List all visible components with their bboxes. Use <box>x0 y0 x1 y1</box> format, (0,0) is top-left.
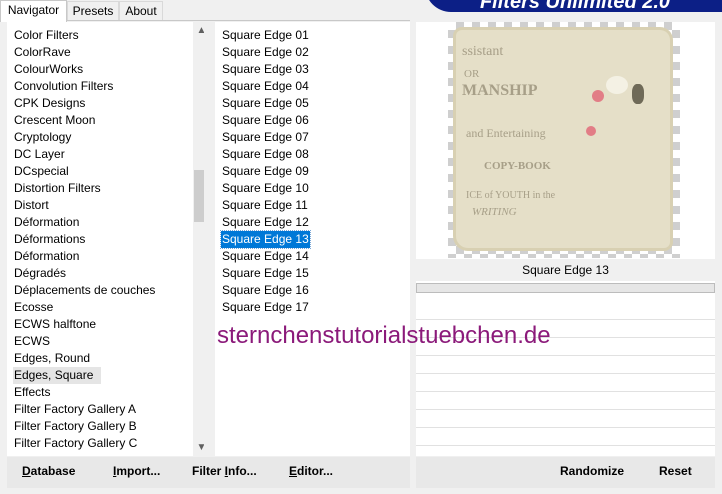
bee-decoration <box>632 84 644 104</box>
database-mnemonic: D <box>22 464 31 478</box>
tab-presets[interactable]: Presets <box>67 1 119 20</box>
editor-mnemonic: E <box>289 464 298 478</box>
filter-category-item[interactable]: Distort <box>14 197 49 214</box>
brand-banner: Filters Unlimited 2.0 <box>425 0 722 12</box>
watermark-text: sternchenstutorialstuebchen.de <box>217 322 551 349</box>
filter-list-scrollbar[interactable]: ▲ ▼ <box>193 22 204 456</box>
import-button[interactable]: Import... <box>113 464 160 478</box>
effect-list-item[interactable]: Square Edge 07 <box>221 129 310 146</box>
effect-list-item[interactable]: Square Edge 01 <box>221 27 310 44</box>
selected-effect-name: Square Edge 13 <box>416 259 715 281</box>
effect-list-item[interactable]: Square Edge 08 <box>221 146 310 163</box>
filter-category-item[interactable]: Filter Factory Gallery B <box>14 418 137 435</box>
database-button[interactable]: Database <box>22 464 75 478</box>
filter-category-item[interactable]: Filter Factory Gallery A <box>14 401 136 418</box>
brand-title: Filters Unlimited 2.0 <box>479 0 671 12</box>
divider <box>416 391 715 392</box>
filter-category-item[interactable]: Déformation <box>14 214 79 231</box>
filter-category-item[interactable]: Cryptology <box>14 129 71 146</box>
effect-list-item[interactable]: Square Edge 14 <box>221 248 310 265</box>
filter-category-item[interactable]: Edges, Square <box>13 367 102 384</box>
tab-navigator[interactable]: Navigator <box>0 0 67 22</box>
effect-list-item[interactable]: Square Edge 12 <box>221 214 310 231</box>
filter-info-button[interactable]: Filter Info... <box>192 464 257 478</box>
chevron-down-icon[interactable]: ▼ <box>193 439 204 456</box>
sheet-text-line: and Entertaining <box>466 126 546 140</box>
preview-paper-image: ssistant OR MANSHIP and Entertaining COP… <box>456 30 670 248</box>
filter-category-item[interactable]: Distortion Filters <box>14 180 101 197</box>
divider <box>416 373 715 374</box>
divider <box>416 355 715 356</box>
filter-category-item[interactable]: ECWS <box>14 333 50 350</box>
filter-category-item[interactable]: Effects <box>14 384 50 401</box>
filter-category-item[interactable]: ColorRave <box>14 44 71 61</box>
filter-category-item[interactable]: Convolution Filters <box>14 78 113 95</box>
divider <box>416 427 715 428</box>
effect-list-item[interactable]: Square Edge 09 <box>221 163 310 180</box>
sheet-text-line: MANSHIP <box>462 82 538 99</box>
filter-category-item[interactable]: Filter Factory Gallery C <box>14 435 137 452</box>
sheet-text-line: ssistant <box>462 44 504 59</box>
divider <box>416 445 715 446</box>
filter-category-item[interactable]: ColourWorks <box>14 61 83 78</box>
effect-list-item[interactable]: Square Edge 02 <box>221 44 310 61</box>
filter-category-item[interactable]: DCspecial <box>14 163 69 180</box>
filter-category-item[interactable]: Color Filters <box>14 27 79 44</box>
sheet-text-line: WRITING <box>472 206 517 218</box>
filter-info-label: nfo... <box>228 464 257 478</box>
effect-list-item[interactable]: Square Edge 03 <box>221 61 310 78</box>
effect-list-item[interactable]: Square Edge 13 <box>220 230 311 249</box>
progress-bar <box>416 283 715 293</box>
sheet-text-line: OR <box>464 68 480 80</box>
bottom-toolbar: Database Import... Filter Info... Editor… <box>7 457 410 488</box>
effect-list-item[interactable]: Square Edge 15 <box>221 265 310 282</box>
randomize-button[interactable]: Randomize <box>560 464 624 478</box>
effect-list[interactable]: Square Edge 01 Square Edge 02 Square Edge … <box>215 22 410 456</box>
filter-category-list[interactable]: ▲ ▼ Color Filters ColorRave ColourWorks Con… <box>7 22 204 456</box>
effect-list-item[interactable]: Square Edge 05 <box>221 95 310 112</box>
flower-decoration <box>606 76 628 94</box>
filter-category-item[interactable]: Déformation <box>14 248 79 265</box>
filter-category-item[interactable]: CPK Designs <box>14 95 85 112</box>
filter-category-item[interactable]: Déplacements de couches <box>14 282 155 299</box>
tab-about[interactable]: About <box>119 1 163 20</box>
divider <box>416 319 715 320</box>
filter-category-item[interactable]: DC Layer <box>14 146 65 163</box>
filter-info-label-prefix: Filter <box>192 464 225 478</box>
chevron-up-icon[interactable]: ▲ <box>193 22 204 39</box>
filter-category-item[interactable]: Edges, Round <box>14 350 90 367</box>
effect-list-item[interactable]: Square Edge 17 <box>221 299 310 316</box>
editor-label: ditor... <box>297 464 334 478</box>
rose-decoration <box>586 126 596 136</box>
effect-list-item[interactable]: Square Edge 06 <box>221 112 310 129</box>
filter-category-item[interactable]: Ecosse <box>14 299 53 316</box>
preview-image: ssistant OR MANSHIP and Entertaining COP… <box>448 22 680 258</box>
effect-list-item[interactable]: Square Edge 16 <box>221 282 310 299</box>
scroll-thumb[interactable] <box>194 170 204 222</box>
bottom-toolbar-right: Randomize Reset <box>416 457 715 488</box>
effect-list-item[interactable]: Square Edge 04 <box>221 78 310 95</box>
import-label: mport... <box>116 464 161 478</box>
rose-decoration <box>592 90 604 102</box>
tab-bar: Navigator Presets About Filters Unlimite… <box>0 0 722 22</box>
filter-category-item[interactable]: Crescent Moon <box>14 112 95 129</box>
sheet-text-line: ICE of YOUTH in the <box>466 190 556 201</box>
filter-category-item[interactable]: Dégradés <box>14 265 66 282</box>
divider <box>416 409 715 410</box>
effect-list-item[interactable]: Square Edge 11 <box>221 197 309 214</box>
editor-button[interactable]: Editor... <box>289 464 333 478</box>
reset-button[interactable]: Reset <box>659 464 692 478</box>
filter-category-item[interactable]: Déformations <box>14 231 85 248</box>
effect-list-item[interactable]: Square Edge 10 <box>221 180 310 197</box>
filter-category-item[interactable]: ECWS halftone <box>14 316 96 333</box>
database-label: atabase <box>30 464 76 478</box>
sheet-text-line: COPY-BOOK <box>484 160 551 172</box>
preview-panel: ssistant OR MANSHIP and Entertaining COP… <box>416 22 715 456</box>
